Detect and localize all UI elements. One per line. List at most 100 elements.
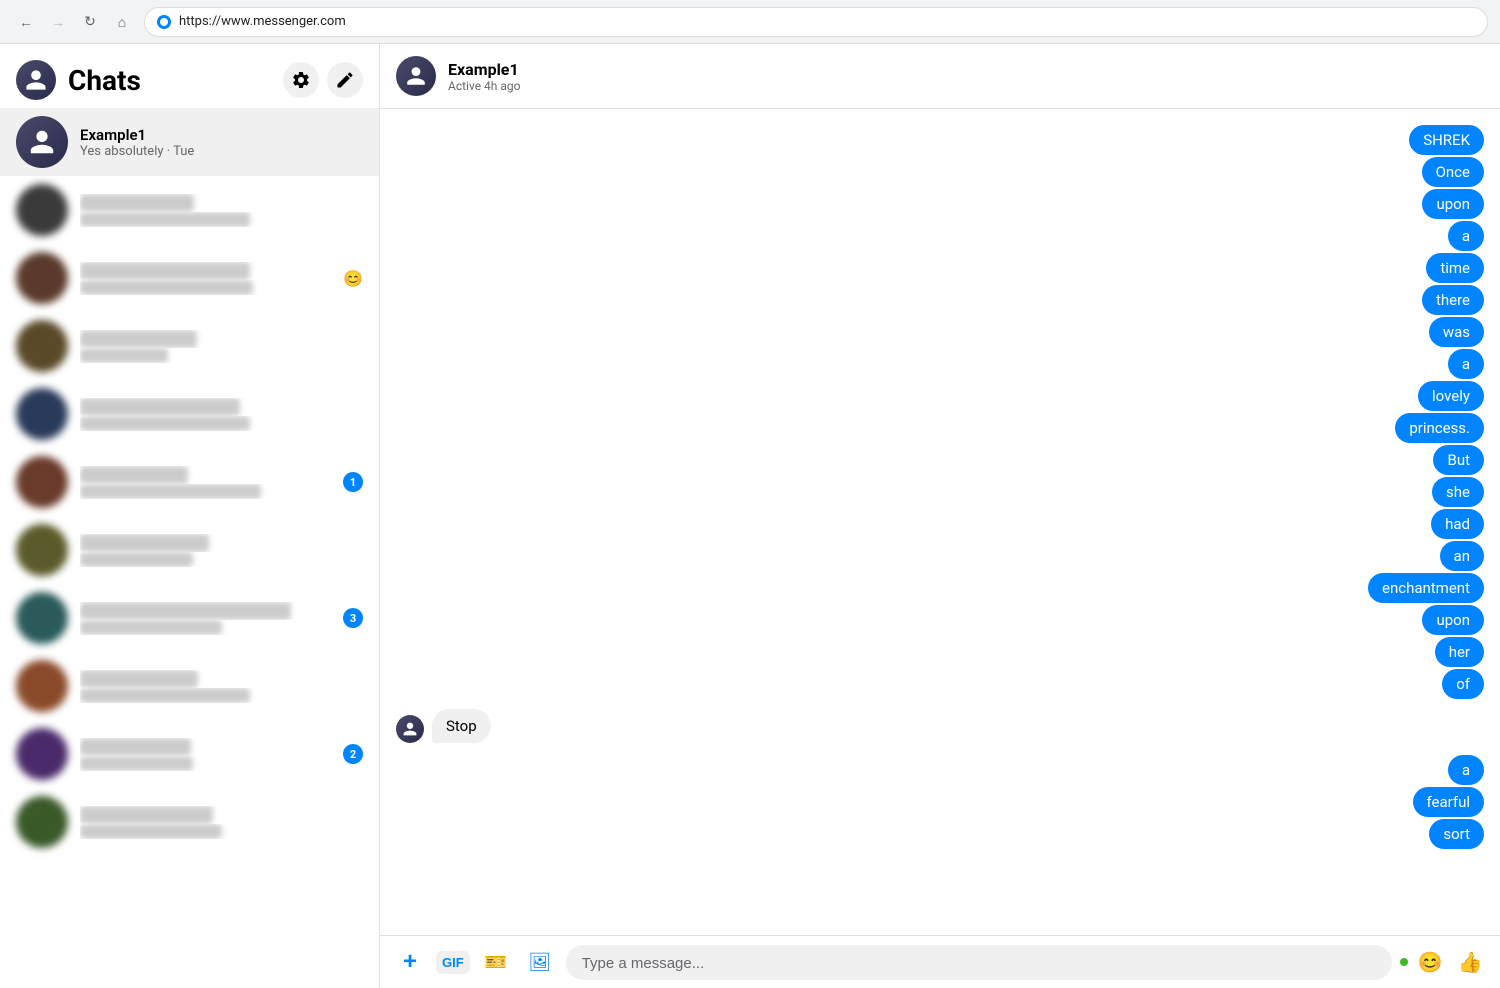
chat-name-5: blurredname five longer <box>80 398 363 416</box>
bubble-her: her <box>1435 637 1484 667</box>
chat-name-2: blurredname two <box>80 194 363 212</box>
chat-avatar-9 <box>16 660 68 712</box>
chat-info-7: blurredname seven blurred preview text <box>80 534 363 567</box>
chat-header-status: Active 4h ago <box>448 79 1484 93</box>
chat-name-11: blurredname eleven <box>80 806 363 824</box>
chat-item-example1[interactable]: Example1 Yes absolutely · Tue <box>0 108 379 176</box>
chat-info-9: blurredname nine blurred preview text me… <box>80 670 363 703</box>
badge-8: 3 <box>343 608 363 628</box>
chat-preview-6: blurred preview text here longer <box>80 484 331 499</box>
badge-10: 2 <box>343 744 363 764</box>
chat-preview-7: blurred preview text <box>80 552 363 567</box>
photo-button[interactable]: 🖼 <box>522 944 558 980</box>
compose-button[interactable] <box>327 62 363 98</box>
chat-name-9: blurredname nine <box>80 670 363 688</box>
chat-avatar-4 <box>16 320 68 372</box>
chat-avatar-7 <box>16 524 68 576</box>
online-dot <box>1400 958 1408 966</box>
bubble-an: an <box>1440 541 1484 571</box>
chat-preview-10: blurred preview text <box>80 756 331 771</box>
input-area: + GIF 🎫 🖼 😊 👍 <box>380 935 1500 988</box>
chat-avatar-11 <box>16 796 68 848</box>
chat-avatar-5 <box>16 388 68 440</box>
forward-button[interactable]: → <box>44 8 72 36</box>
received-avatar <box>396 715 424 743</box>
sidebar-header-left: Chats <box>16 60 141 100</box>
back-button[interactable]: ← <box>12 8 40 36</box>
user-avatar[interactable] <box>16 60 56 100</box>
chat-name-8: blurredname eight longer name <box>80 602 331 620</box>
message-input[interactable] <box>582 955 1376 972</box>
chat-item-4[interactable]: blurredname four blurred preview <box>0 312 379 380</box>
like-button[interactable]: 👍 <box>1452 944 1488 980</box>
add-button[interactable]: + <box>392 944 428 980</box>
bubble-fearful: fearful <box>1413 787 1484 817</box>
gif-button[interactable]: GIF <box>436 951 470 974</box>
app-container: Chats Example1 Yes absolutely · T <box>0 44 1500 988</box>
chat-item-9[interactable]: blurredname nine blurred preview text me… <box>0 652 379 720</box>
chat-name-7: blurredname seven <box>80 534 363 552</box>
sidebar-header: Chats <box>0 44 379 108</box>
chat-avatar-10 <box>16 728 68 780</box>
bubble-had: had <box>1431 509 1484 539</box>
chat-header-name: Example1 <box>448 60 1484 79</box>
chat-item-2[interactable]: blurredname two blurred preview message … <box>0 176 379 244</box>
address-bar[interactable]: https://www.messenger.com <box>144 7 1488 37</box>
bubble-but: But <box>1433 445 1484 475</box>
chat-info-6: blurredname six blurred preview text her… <box>80 466 331 499</box>
chat-preview-2: blurred preview message text <box>80 212 363 227</box>
chat-info-8: blurredname eight longer name blurred pr… <box>80 602 331 635</box>
bubble-shrek: SHREK <box>1409 125 1484 155</box>
input-right-actions: 😊 👍 <box>1400 944 1488 980</box>
bubble-sort: sort <box>1429 819 1484 849</box>
chat-item-8[interactable]: blurredname eight longer name blurred pr… <box>0 584 379 652</box>
chat-avatar-example1 <box>16 116 68 168</box>
sent-message-group: SHREK Once upon a time there was a lovel… <box>396 125 1484 699</box>
chat-preview-5: blurred preview text message <box>80 416 363 431</box>
received-message-row: Stop <box>396 709 1484 743</box>
chat-preview-11: blurred preview text here <box>80 824 363 839</box>
chat-info-10: blurredname ten blurred preview text <box>80 738 331 771</box>
browser-chrome: ← → ↻ ⌂ https://www.messenger.com <box>0 0 1500 44</box>
chat-avatar-6 <box>16 456 68 508</box>
home-button[interactable]: ⌂ <box>108 8 136 36</box>
chat-item-3[interactable]: blurredname three longer blurred preview… <box>0 244 379 312</box>
chat-item-11[interactable]: blurredname eleven blurred preview text … <box>0 788 379 856</box>
chat-info-example1: Example1 Yes absolutely · Tue <box>80 126 363 159</box>
emoji-button[interactable]: 😊 <box>1412 944 1448 980</box>
chat-preview-9: blurred preview text message <box>80 688 363 703</box>
chat-name-3: blurredname three longer <box>80 262 331 280</box>
chat-avatar-2 <box>16 184 68 236</box>
messages-area: SHREK Once upon a time there was a lovel… <box>380 109 1500 935</box>
chat-info-3: blurredname three longer blurred preview… <box>80 262 331 295</box>
sidebar: Chats Example1 Yes absolutely · T <box>0 44 380 988</box>
settings-button[interactable] <box>283 62 319 98</box>
bubble-she: she <box>1432 477 1484 507</box>
chat-info-5: blurredname five longer blurred preview … <box>80 398 363 431</box>
chat-item-7[interactable]: blurredname seven blurred preview text <box>0 516 379 584</box>
sticker-button[interactable]: 🎫 <box>478 944 514 980</box>
chat-name-4: blurredname four <box>80 330 363 348</box>
chat-info-2: blurredname two blurred preview message … <box>80 194 363 227</box>
chat-preview-8: blurred preview text here <box>80 620 331 635</box>
chat-header-info: Example1 Active 4h ago <box>448 60 1484 93</box>
chat-preview-4: blurred preview <box>80 348 363 363</box>
refresh-button[interactable]: ↻ <box>76 8 104 36</box>
chat-item-5[interactable]: blurredname five longer blurred preview … <box>0 380 379 448</box>
chat-avatar-3 <box>16 252 68 304</box>
message-input-wrapper <box>566 945 1392 980</box>
chat-name-6: blurredname six <box>80 466 331 484</box>
bubble-lovely: lovely <box>1418 381 1484 411</box>
chat-area: Example1 Active 4h ago SHREK Once upon a… <box>380 44 1500 988</box>
bubble-of: of <box>1442 669 1484 699</box>
bubble-princess: princess. <box>1395 413 1484 443</box>
sent-message-group-2: a fearful sort <box>396 755 1484 849</box>
chat-item-6[interactable]: blurredname six blurred preview text her… <box>0 448 379 516</box>
bubble-time: time <box>1426 253 1484 283</box>
chat-header: Example1 Active 4h ago <box>380 44 1500 109</box>
nav-buttons: ← → ↻ ⌂ <box>12 8 136 36</box>
bubble-once: Once <box>1422 157 1484 187</box>
url-text: https://www.messenger.com <box>179 14 346 29</box>
chat-item-10[interactable]: blurredname ten blurred preview text 2 <box>0 720 379 788</box>
bubble-a3: a <box>1448 755 1484 785</box>
